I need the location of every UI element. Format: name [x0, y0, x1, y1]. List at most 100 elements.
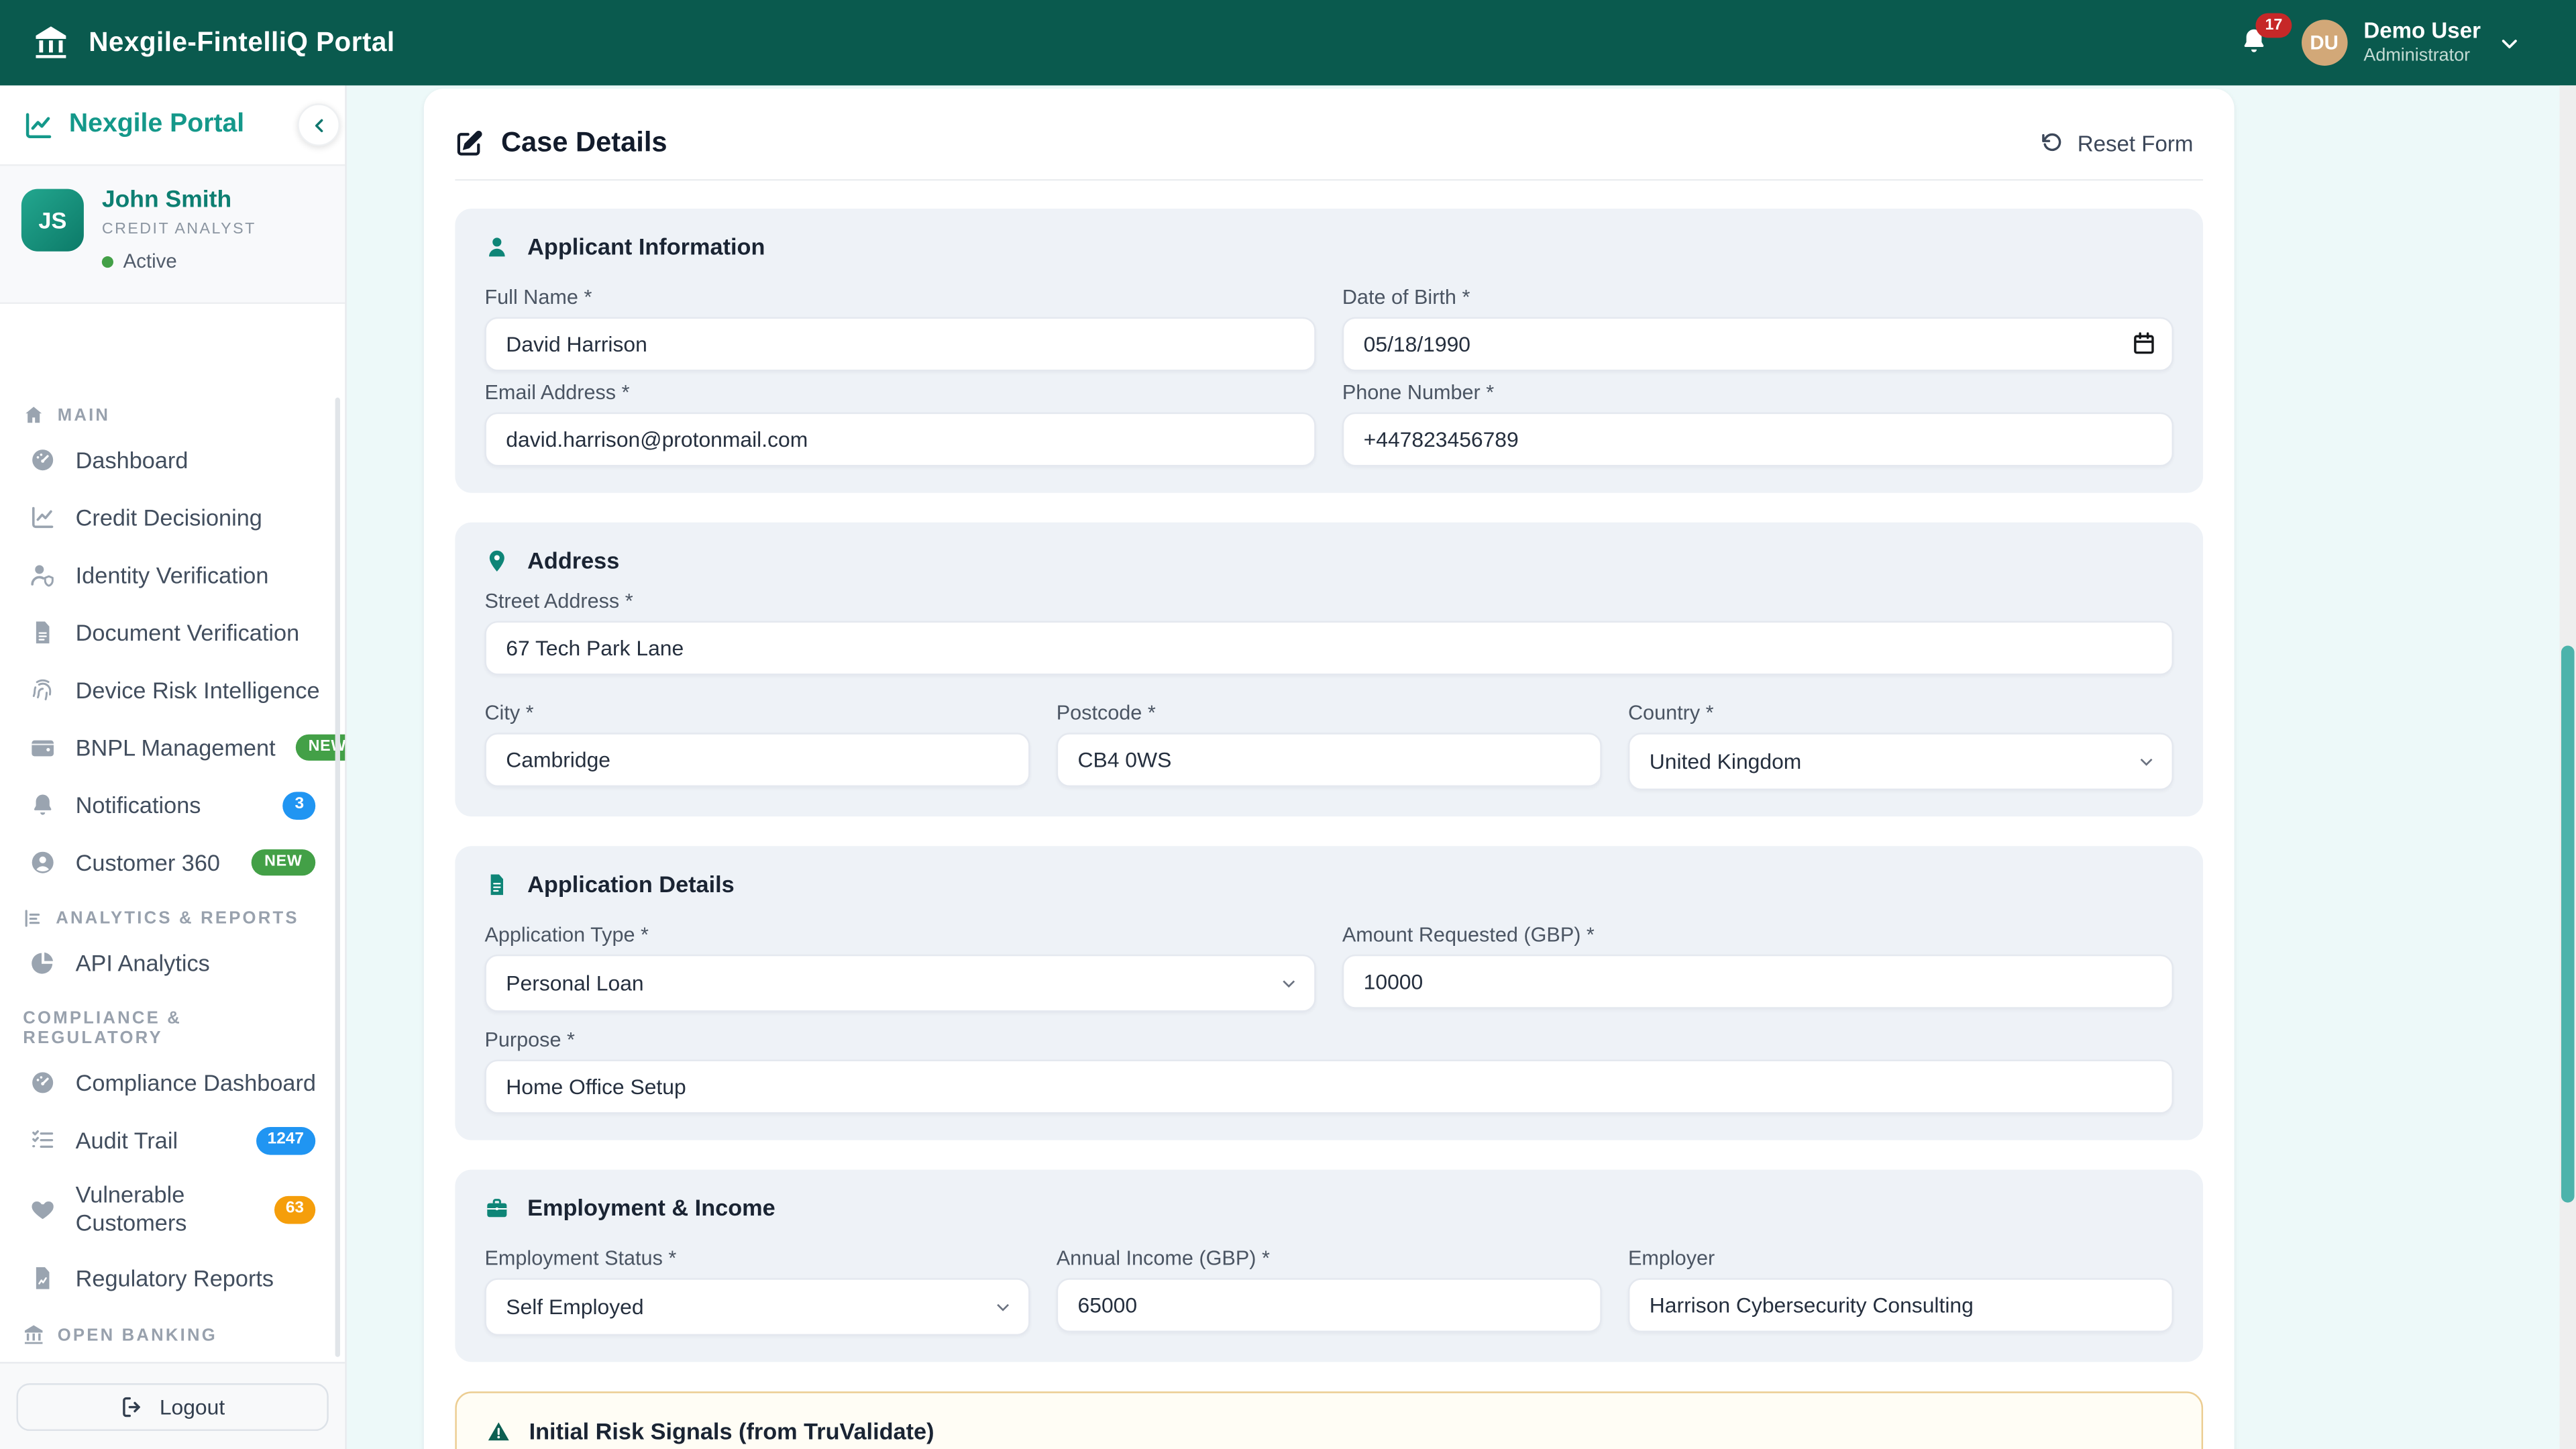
bar-chart-icon [23, 908, 42, 928]
field-purpose: Purpose * [484, 1028, 2174, 1114]
reset-form-label: Reset Form [2078, 131, 2194, 156]
field-postcode: Postcode * [1057, 702, 1602, 790]
count-badge: 63 [274, 1195, 316, 1224]
postcode-input[interactable] [1057, 733, 1602, 787]
field-email: Email Address * [484, 381, 1316, 466]
edit-pencil-icon [455, 128, 484, 158]
panel-employment-income: Employment & Income Employment Status * … [455, 1170, 2203, 1362]
reset-form-button[interactable]: Reset Form [2031, 129, 2203, 157]
profile-role: CREDIT ANALYST [102, 221, 256, 239]
field-date-of-birth: Date of Birth * [1342, 286, 2174, 371]
sidebar-profile-card: JS John Smith CREDIT ANALYST Active [0, 166, 345, 304]
sidebar: Nexgile Portal JS John Smith CREDIT ANAL… [0, 85, 347, 1449]
bank-icon [33, 25, 69, 61]
full-name-input[interactable] [484, 317, 1316, 372]
bell-icon [30, 792, 56, 818]
nav-section-open-banking: OPEN BANKING [23, 1324, 322, 1346]
user-avatar: DU [2301, 19, 2347, 66]
page-scrollbar-thumb[interactable] [2561, 645, 2575, 1202]
top-bar: Nexgile-FintelliQ Portal 17 DU Demo User… [0, 0, 2576, 85]
sidebar-brand-label: Nexgile Portal [69, 110, 244, 140]
logout-button[interactable]: Logout [16, 1383, 328, 1430]
field-phone: Phone Number * [1342, 381, 2174, 466]
file-chart-icon [30, 1265, 56, 1291]
chevron-down-icon [2497, 30, 2522, 55]
calendar-icon[interactable] [2131, 330, 2157, 356]
file-text-icon [30, 619, 56, 645]
country-select[interactable]: United Kingdom [1628, 733, 2174, 790]
purpose-input[interactable] [484, 1060, 2174, 1114]
employment-status-select[interactable]: Self Employed [484, 1278, 1030, 1336]
sidebar-item-api-analytics[interactable]: API Analytics [13, 938, 332, 987]
profile-status: Active [102, 250, 256, 273]
sidebar-item-notifications[interactable]: Notifications 3 [13, 780, 332, 829]
application-type-select[interactable]: Personal Loan [484, 955, 1316, 1012]
field-amount-requested: Amount Requested (GBP) * [1342, 923, 2174, 1012]
sidebar-footer: Logout [0, 1362, 345, 1449]
wallet-icon [30, 735, 56, 761]
field-employer: Employer [1628, 1247, 2174, 1336]
bank-icon [23, 1324, 44, 1346]
sidebar-collapse-button[interactable] [297, 103, 340, 146]
sidebar-item-compliance-dashboard[interactable]: Compliance Dashboard [13, 1058, 332, 1107]
field-full-name: Full Name * [484, 286, 1316, 371]
email-input[interactable] [484, 413, 1316, 467]
field-city: City * [484, 702, 1030, 790]
user-circle-icon [30, 849, 56, 875]
header-divider [455, 179, 2203, 180]
map-pin-icon [484, 548, 509, 573]
notifications-bell-button[interactable]: 17 [2239, 26, 2271, 59]
status-dot [102, 256, 113, 268]
status-label: Active [123, 250, 177, 273]
app-brand: Nexgile-FintelliQ Portal [0, 25, 395, 61]
sidebar-item-credit-decisioning[interactable]: Credit Decisioning [13, 493, 332, 542]
sidebar-item-dashboard[interactable]: Dashboard [13, 435, 332, 484]
gauge-icon [30, 447, 56, 473]
panel-applicant-information: Applicant Information Full Name * Date o… [455, 209, 2203, 493]
panel-address: Address Street Address * City * Postcode… [455, 523, 2203, 816]
app-window: Nexgile-FintelliQ Portal 17 DU Demo User… [0, 0, 2576, 1449]
file-icon [484, 871, 509, 896]
sidebar-scrollbar[interactable] [335, 398, 340, 1357]
panel-title-row: Initial Risk Signals (from TruValidate) [486, 1417, 2172, 1444]
panel-application-details: Application Details Application Type * P… [455, 846, 2203, 1140]
city-input[interactable] [484, 733, 1030, 787]
sidebar-nav: MAIN Dashboard Credit Decisioning Identi… [0, 388, 345, 1364]
amount-requested-input[interactable] [1342, 955, 2174, 1009]
sidebar-item-identity-verification[interactable]: Identity Verification [13, 550, 332, 599]
main-content: Case Details Reset Form Applicant Inform… [345, 85, 2559, 1449]
count-badge: 1247 [256, 1126, 315, 1155]
user-meta: Demo User Administrator [2363, 18, 2481, 68]
sidebar-item-device-risk-intelligence[interactable]: Device Risk Intelligence [13, 665, 332, 714]
street-address-input[interactable] [484, 621, 2174, 676]
page-title: Case Details [501, 127, 667, 160]
nav-section-analytics: ANALYTICS & REPORTS [23, 908, 322, 928]
sidebar-item-regulatory-reports[interactable]: Regulatory Reports [13, 1254, 332, 1303]
profile-avatar: JS [21, 189, 84, 252]
sidebar-item-customer-360[interactable]: Customer 360 NEW [13, 838, 332, 887]
chevron-down-icon [1278, 973, 1299, 994]
sidebar-item-vulnerable-customers[interactable]: Vulnerable Customers 63 [13, 1173, 332, 1246]
pie-chart-icon [30, 950, 56, 976]
page-scrollbar-track[interactable] [2560, 85, 2576, 1449]
phone-input[interactable] [1342, 413, 2174, 467]
home-icon [23, 404, 44, 425]
logout-icon [120, 1394, 145, 1419]
employer-input[interactable] [1628, 1278, 2174, 1332]
heart-icon [30, 1196, 56, 1222]
person-icon [484, 234, 509, 259]
sidebar-item-document-verification[interactable]: Document Verification [13, 608, 332, 657]
sidebar-item-bnpl-management[interactable]: BNPL Management NEW [13, 723, 332, 772]
annual-income-input[interactable] [1057, 1278, 1602, 1332]
date-of-birth-input[interactable] [1342, 317, 2174, 372]
field-country: Country * United Kingdom [1628, 702, 2174, 790]
user-menu[interactable]: DU Demo User Administrator [2301, 18, 2522, 68]
panel-title-row: Applicant Information [484, 233, 2174, 260]
user-shield-icon [30, 562, 56, 588]
list-check-icon [30, 1127, 56, 1153]
sidebar-item-audit-trail[interactable]: Audit Trail 1247 [13, 1116, 332, 1165]
rotate-ccw-icon [2041, 131, 2064, 154]
panel-title-row: Application Details [484, 871, 2174, 897]
field-street-address: Street Address * [484, 590, 2174, 675]
warning-triangle-icon [486, 1419, 511, 1444]
